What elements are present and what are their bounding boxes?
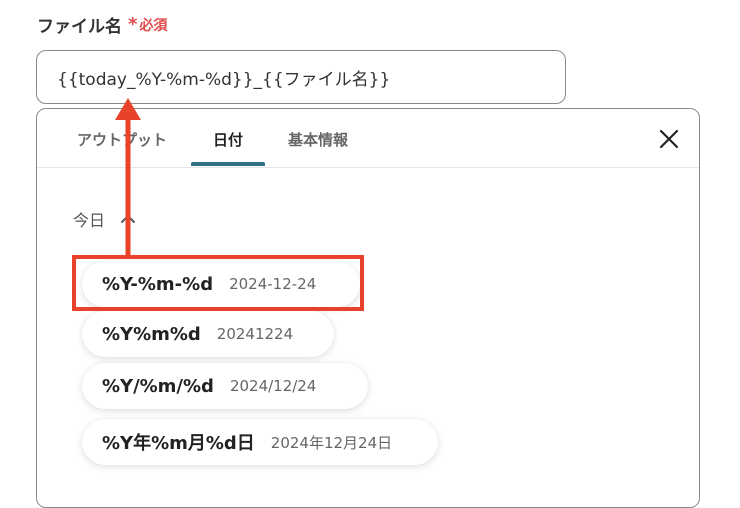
- chevron-up-icon: [121, 215, 136, 223]
- close-icon: [659, 129, 679, 149]
- format-option-ymd-dash[interactable]: %Y-%m-%d 2024-12-24: [82, 261, 360, 307]
- variable-picker-panel: アウトプット 日付 基本情報 今日 %Y-%m-%d 2024-12-24 %Y…: [36, 108, 700, 508]
- filename-input-value: {{today_%Y-%m-%d}}_{{ファイル名}}: [57, 69, 391, 90]
- field-label-text: ファイル名: [37, 17, 122, 37]
- tab-date[interactable]: 日付: [191, 109, 265, 167]
- tab-bar: アウトプット 日付 基本情報: [37, 109, 699, 168]
- format-code: %Y/%m/%d: [102, 375, 214, 397]
- format-example: 20241224: [216, 325, 294, 343]
- format-option-ymd-kanji[interactable]: %Y年%m月%d日 2024年12月24日: [82, 419, 438, 465]
- format-example: 2024/12/24: [229, 377, 317, 395]
- tab-output[interactable]: アウトプット: [74, 109, 170, 167]
- required-badge: 必須: [139, 17, 168, 34]
- active-tab-indicator: [191, 162, 265, 166]
- section-today-header[interactable]: 今日: [73, 207, 136, 231]
- section-today-title: 今日: [73, 211, 106, 230]
- format-example: 2024-12-24: [229, 275, 317, 293]
- field-label: ファイル名 * 必須: [37, 12, 167, 37]
- close-button[interactable]: [657, 127, 681, 151]
- format-code: %Y%m%d: [102, 323, 201, 345]
- required-mark: *: [128, 14, 138, 35]
- format-option-ymd-slash[interactable]: %Y/%m/%d 2024/12/24: [82, 363, 368, 409]
- filename-input[interactable]: {{today_%Y-%m-%d}}_{{ファイル名}}: [36, 50, 566, 104]
- format-code: %Y-%m-%d: [102, 273, 214, 295]
- format-option-ymd-compact[interactable]: %Y%m%d 20241224: [82, 311, 334, 357]
- format-example: 2024年12月24日: [270, 433, 393, 452]
- format-code: %Y年%m月%d日: [102, 433, 255, 454]
- tab-basic-info[interactable]: 基本情報: [285, 109, 351, 167]
